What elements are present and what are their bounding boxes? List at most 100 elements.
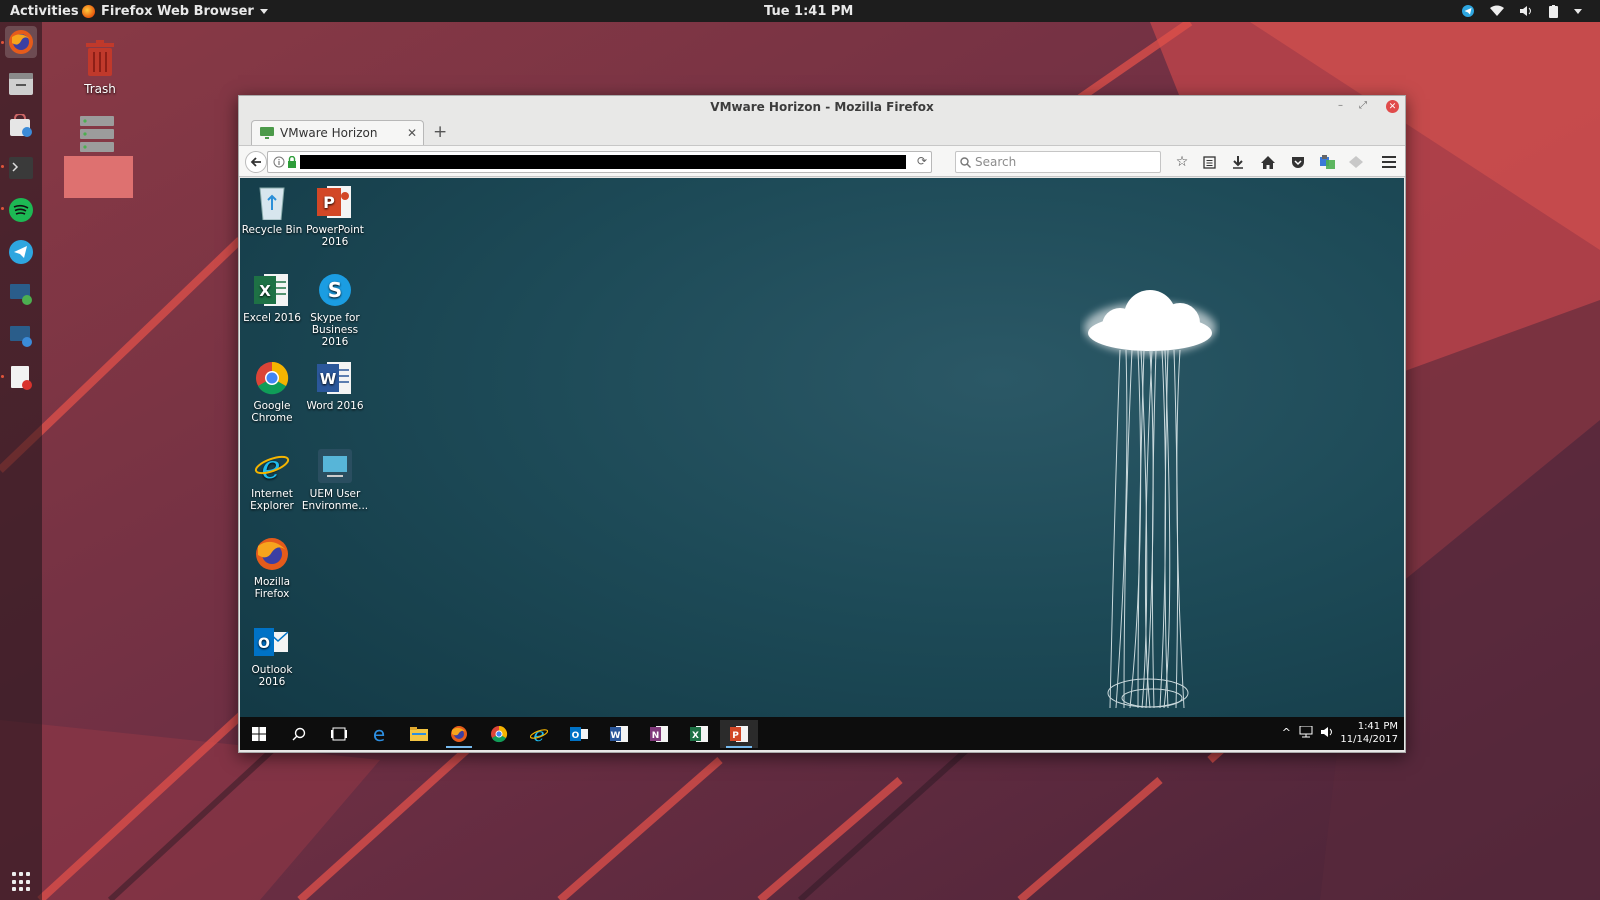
window-title: VMware Horizon - Mozilla Firefox: [710, 100, 934, 114]
taskbar-powerpoint[interactable]: P: [720, 720, 758, 748]
icon-label: Internet Explorer: [250, 488, 294, 512]
new-tab-button[interactable]: +: [433, 122, 447, 142]
clock[interactable]: Tue 1:41 PM: [764, 4, 853, 19]
home-icon[interactable]: [1259, 153, 1277, 171]
back-button[interactable]: [245, 151, 267, 173]
desktop-selected-item[interactable]: [64, 156, 133, 198]
dock-screenshot-app[interactable]: [5, 320, 37, 352]
wifi-icon[interactable]: [1490, 5, 1504, 17]
network-icon[interactable]: [1299, 726, 1313, 738]
desktop-icon-chrome[interactable]: Google Chrome: [240, 360, 304, 424]
url-bar[interactable]: ⟳: [267, 151, 932, 173]
close-window-button[interactable]: ✕: [1386, 100, 1399, 113]
svg-text:P: P: [732, 731, 739, 741]
server-icon: [80, 116, 114, 152]
extension-puzzle-icon[interactable]: [1318, 153, 1336, 171]
close-tab-icon[interactable]: ✕: [407, 126, 417, 140]
dock-software[interactable]: [5, 110, 37, 142]
powerpoint-icon: P: [730, 726, 748, 742]
dock-editor[interactable]: [5, 362, 37, 394]
chrome-icon: [491, 725, 508, 743]
icon-label: Word 2016: [306, 400, 364, 412]
info-icon[interactable]: [273, 156, 285, 168]
windows-logo-icon: [252, 727, 266, 741]
battery-icon[interactable]: [1549, 4, 1558, 18]
dock-spotify[interactable]: [5, 194, 37, 226]
maximize-button[interactable]: ⤢: [1359, 100, 1367, 111]
desktop-icon-internet-explorer[interactable]: e Internet Explorer: [240, 448, 304, 512]
dock-remote-app[interactable]: [5, 278, 37, 310]
taskbar-edge[interactable]: e: [360, 720, 398, 748]
telegram-tray-icon[interactable]: [1462, 5, 1474, 17]
search-icon: [292, 727, 306, 741]
dock-telegram[interactable]: [5, 236, 37, 268]
taskbar-onenote[interactable]: N: [640, 720, 678, 748]
icon-label: Outlook 2016: [251, 664, 293, 688]
search-bar[interactable]: Search: [955, 151, 1161, 173]
text-editor-icon: [11, 366, 32, 390]
remote-windows-desktop[interactable]: Recycle Bin P PowerPoint 2016 X Excel 20…: [240, 178, 1404, 750]
desktop-icon-recycle-bin[interactable]: Recycle Bin: [240, 184, 304, 236]
downloads-icon[interactable]: [1229, 153, 1247, 171]
screen-icon: [10, 326, 32, 347]
desktop-icon-outlook[interactable]: O Outlook 2016: [240, 624, 304, 688]
taskbar-internet-explorer[interactable]: e: [520, 720, 558, 748]
gnome-top-bar: Activities Firefox Web Browser Tue 1:41 …: [0, 0, 1600, 22]
svg-text:W: W: [320, 370, 337, 388]
files-icon: [9, 73, 33, 95]
svg-text:N: N: [652, 731, 660, 741]
activities-button[interactable]: Activities: [10, 4, 79, 19]
show-applications-icon[interactable]: [12, 872, 32, 892]
pocket-icon[interactable]: [1289, 153, 1307, 171]
show-hidden-icons-chevron-icon[interactable]: ^: [1282, 726, 1291, 739]
taskbar-file-explorer[interactable]: [400, 720, 438, 748]
reading-list-icon[interactable]: [1200, 153, 1218, 171]
system-tray[interactable]: [1462, 4, 1582, 18]
app-menu[interactable]: Firefox Web Browser: [82, 4, 268, 19]
reload-icon[interactable]: ⟳: [917, 154, 927, 168]
tab-vmware-horizon[interactable]: VMware Horizon ✕: [251, 120, 424, 145]
taskbar-excel[interactable]: X: [680, 720, 718, 748]
desktop-icon-word[interactable]: W Word 2016: [303, 360, 367, 412]
hamburger-menu-icon[interactable]: [1380, 153, 1398, 171]
desktop-icon-firefox[interactable]: Mozilla Firefox: [240, 536, 304, 600]
extension-icon[interactable]: [1347, 153, 1365, 171]
dock-files[interactable]: [5, 68, 37, 100]
volume-icon[interactable]: [1520, 5, 1533, 17]
window-titlebar[interactable]: VMware Horizon - Mozilla Firefox: [239, 96, 1405, 118]
minimize-button[interactable]: –: [1338, 100, 1343, 111]
taskbar-outlook[interactable]: O: [560, 720, 598, 748]
start-button[interactable]: [240, 720, 278, 748]
icon-label: Excel 2016: [243, 312, 301, 324]
lock-icon[interactable]: [287, 156, 297, 168]
windows-clock[interactable]: 1:41 PM 11/14/2017: [1340, 720, 1398, 746]
taskbar-word[interactable]: W: [600, 720, 638, 748]
taskbar-firefox[interactable]: [440, 720, 478, 748]
url-text-redacted: [300, 155, 906, 169]
icon-label: PowerPoint 2016: [306, 224, 364, 248]
tab-title: VMware Horizon: [280, 126, 378, 140]
search-icon: [960, 156, 971, 168]
desktop-icon-skype-business[interactable]: S Skype for Business 2016: [303, 272, 367, 348]
desktop-server-icon[interactable]: [80, 116, 114, 152]
desktop-icon-powerpoint[interactable]: P PowerPoint 2016: [303, 184, 367, 248]
desktop-trash[interactable]: Trash: [74, 40, 126, 96]
bookmark-star-icon[interactable]: ☆: [1173, 153, 1191, 171]
task-view-button[interactable]: [320, 720, 358, 748]
dock-firefox[interactable]: [5, 26, 37, 58]
folder-icon: [410, 727, 428, 741]
desktop-icon-uem[interactable]: UEM User Environme...: [302, 448, 368, 512]
word-icon: W: [610, 726, 628, 742]
dock-terminal[interactable]: [5, 152, 37, 184]
system-menu-chevron-icon[interactable]: [1574, 8, 1582, 14]
taskbar-search-button[interactable]: [280, 720, 318, 748]
uem-icon: [317, 448, 353, 484]
svg-text:O: O: [572, 731, 580, 741]
desktop-icon-excel[interactable]: X Excel 2016: [240, 272, 304, 324]
running-indicator: [1, 41, 4, 44]
taskbar-chrome[interactable]: [480, 720, 518, 748]
volume-icon[interactable]: [1321, 726, 1334, 738]
chevron-down-icon: [259, 8, 268, 14]
terminal-icon: [9, 157, 33, 179]
vmware-horizon-favicon: [260, 127, 274, 139]
